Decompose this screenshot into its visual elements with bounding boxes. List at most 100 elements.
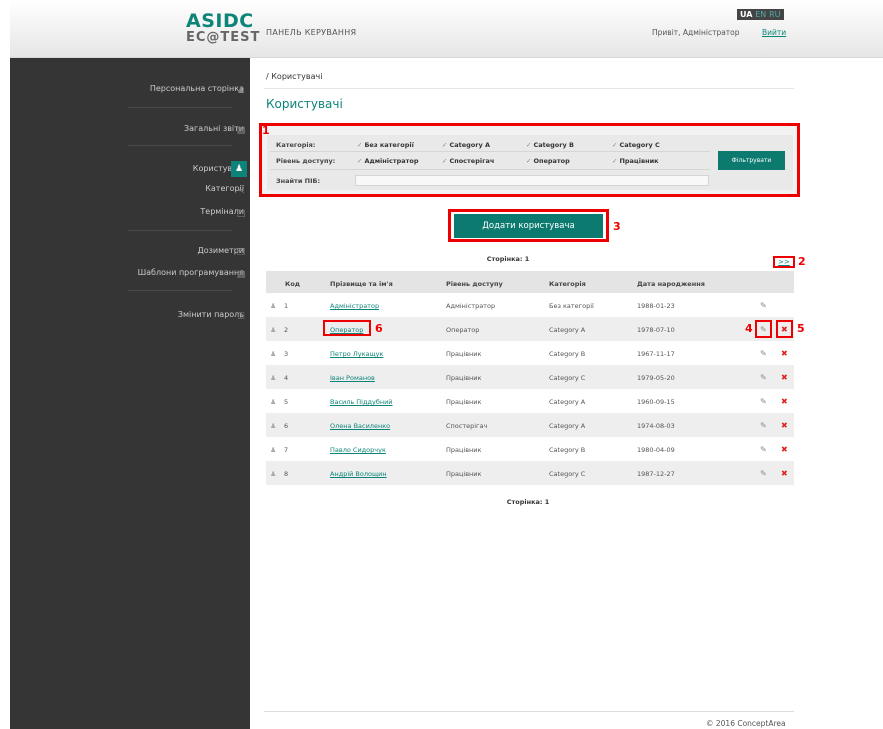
row-access: Працівник (446, 470, 482, 478)
row-dob: 1978-07-10 (637, 326, 675, 334)
lang-en[interactable]: EN (755, 10, 766, 19)
row-access: Працівник (446, 398, 482, 406)
user-icon: ♟ (270, 446, 277, 454)
checkmark-icon: ✓ (442, 157, 448, 165)
column-header-id: Код (285, 280, 301, 288)
access-checkbox-admin[interactable]: ✓ Адміністратор (357, 157, 419, 165)
user-name-link[interactable]: Оператор (330, 326, 363, 334)
column-header-dob: Дата народження (637, 280, 705, 288)
delete-icon[interactable]: ✖ (781, 469, 788, 478)
delete-icon[interactable]: ✖ (781, 349, 788, 358)
category-checkbox-a[interactable]: ✓ Category A (442, 141, 490, 149)
annotation-marker-4: 4 (745, 322, 753, 335)
edit-icon[interactable]: ✎ (760, 445, 767, 454)
row-access: Адміністратор (446, 302, 496, 310)
report-icon: ▤ (236, 126, 246, 136)
sidebar-item-templates[interactable]: Шаблони програмування (138, 268, 244, 277)
logo-top-text: ASIDC (186, 10, 254, 32)
logo-bottom-text: EC@TEST (186, 30, 261, 45)
sidebar-item-label: Персональна сторінка (149, 84, 244, 93)
language-switcher: UA EN RU (737, 9, 784, 20)
user-icon: ♟ (270, 326, 277, 334)
logout-link[interactable]: Вийти (762, 28, 786, 37)
access-checkbox-operator[interactable]: ✓ Оператор (526, 157, 570, 165)
add-user-button[interactable]: Додати користувача (454, 214, 603, 238)
next-page-button[interactable]: >> (773, 256, 795, 268)
template-icon: ▤ (236, 270, 246, 280)
checkmark-icon: ✓ (612, 157, 618, 165)
edit-icon[interactable]: ✎ (760, 421, 767, 430)
sidebar-item-label: Шаблони програмування (137, 268, 244, 277)
sidebar-item-personal[interactable]: Персональна сторінка (150, 84, 244, 93)
delete-icon[interactable]: ✖ (781, 325, 788, 334)
edit-icon[interactable]: ✎ (760, 349, 767, 358)
row-id: 7 (284, 446, 289, 454)
edit-icon[interactable]: ✎ (760, 397, 767, 406)
divider (270, 151, 710, 152)
checkmark-icon: ✓ (612, 141, 618, 149)
lang-ru[interactable]: RU (769, 10, 780, 19)
row-category: Category A (549, 422, 586, 430)
checkmark-icon: ✓ (526, 141, 532, 149)
checkmark-icon: ✓ (526, 157, 532, 165)
row-category: Без категорії (549, 302, 594, 310)
annotation-marker-6: 6 (375, 322, 383, 335)
filter-button[interactable]: Фільтрувати (718, 151, 785, 170)
user-name-link[interactable]: Олена Василенко (330, 422, 390, 430)
category-checkbox-b[interactable]: ✓ Category B (526, 141, 574, 149)
access-checkbox-observer[interactable]: ✓ Спостерігач (442, 157, 494, 165)
column-header-category: Категорія (549, 280, 586, 288)
annotation-marker-2: 2 (798, 255, 806, 268)
asidc-ecotest-logo[interactable]: ASIDC EC@TEST (186, 10, 261, 47)
edit-icon[interactable]: ✎ (760, 469, 767, 478)
search-name-input[interactable] (355, 175, 709, 186)
row-id: 1 (284, 302, 289, 310)
row-dob: 1979-05-20 (637, 374, 675, 382)
edit-icon[interactable]: ✎ (760, 325, 767, 334)
user-icon: ♟ (270, 350, 277, 358)
sidebar (10, 58, 250, 729)
row-dob: 1987-12-27 (637, 470, 675, 478)
user-name-link[interactable]: Андрій Волощин (330, 470, 387, 478)
access-checkbox-worker[interactable]: ✓ Працівник (612, 157, 659, 165)
page-indicator-bottom: Сторінка: 1 (506, 498, 550, 506)
users-icon: ♟ (231, 161, 247, 177)
user-icon: ♟ (270, 470, 277, 478)
delete-icon[interactable]: ✖ (781, 445, 788, 454)
edit-icon[interactable]: ✎ (760, 373, 767, 382)
delete-icon[interactable]: ✖ (781, 373, 788, 382)
checkmark-icon: ✓ (357, 157, 363, 165)
delete-icon[interactable]: ✖ (781, 421, 788, 430)
user-icon: ♟ (270, 422, 277, 430)
sidebar-divider (128, 290, 232, 291)
divider (270, 169, 710, 170)
footer-divider (264, 711, 794, 712)
user-name-link[interactable]: Петро Лукащук (330, 350, 383, 358)
user-icon: ♟ (270, 398, 277, 406)
user-icon: ♟ (236, 86, 246, 96)
column-header-access: Рівень доступу (446, 280, 503, 288)
user-name-link[interactable]: Адміністратор (330, 302, 379, 310)
row-access: Працівник (446, 350, 482, 358)
category-checkbox-none[interactable]: ✓ Без категорії (357, 141, 414, 149)
row-access: Спостерігач (446, 422, 488, 430)
row-category: Category A (549, 326, 586, 334)
row-id: 5 (284, 398, 289, 406)
row-id: 2 (284, 326, 289, 334)
edit-icon[interactable]: ✎ (760, 301, 767, 310)
sidebar-divider (128, 107, 232, 108)
user-name-link[interactable]: Василь Піддубний (330, 398, 393, 406)
page-indicator-top: Сторінка: 1 (486, 255, 530, 263)
checkmark-icon: ✓ (357, 141, 363, 149)
category-checkbox-c[interactable]: ✓ Category C (612, 141, 660, 149)
row-category: Category B (549, 350, 586, 358)
user-name-link[interactable]: Іван Романов (330, 374, 375, 382)
lang-ua[interactable]: UA (740, 10, 752, 19)
row-dob: 1974-08-03 (637, 422, 675, 430)
row-dob: 1980-04-09 (637, 446, 675, 454)
annotation-marker-1: 1 (262, 124, 270, 137)
user-name-link[interactable]: Павло Сидорчук (330, 446, 386, 454)
delete-icon[interactable]: ✖ (781, 397, 788, 406)
row-dob: 1988-01-23 (637, 302, 675, 310)
row-id: 3 (284, 350, 289, 358)
